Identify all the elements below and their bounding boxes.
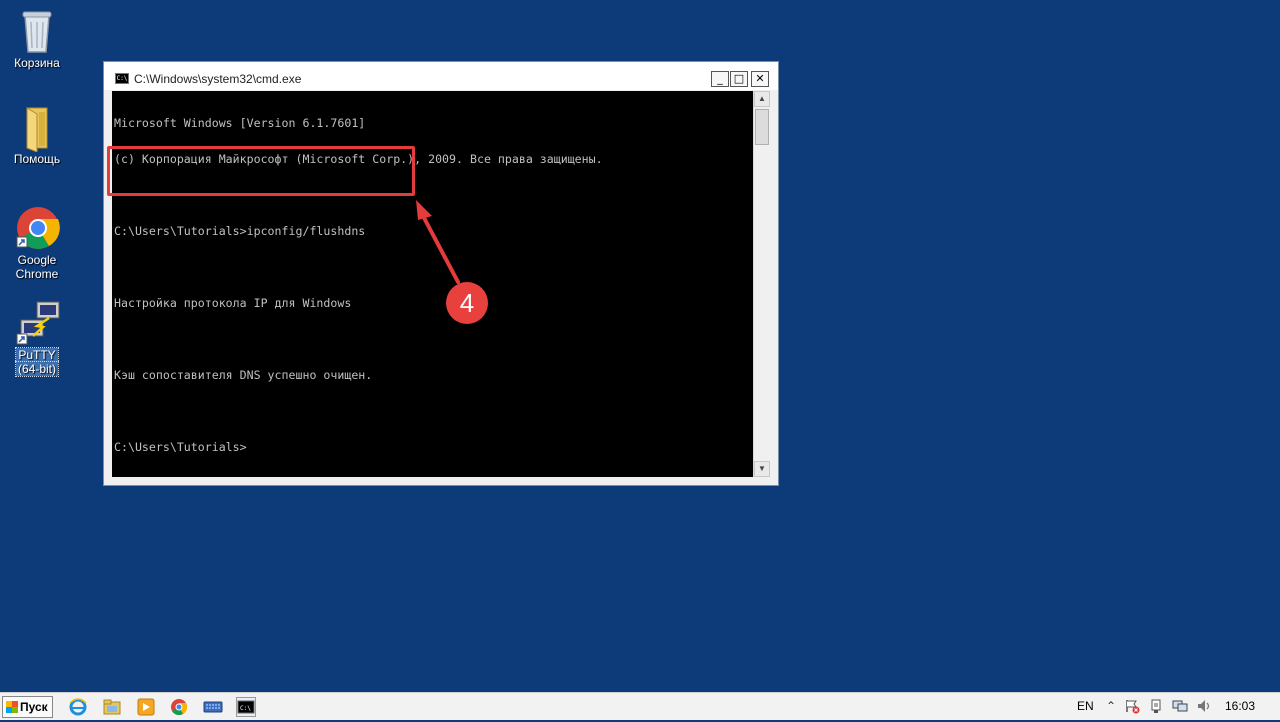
chrome-icon bbox=[15, 205, 60, 249]
putty-label-line2: (64-bit) bbox=[14, 361, 60, 377]
console-prompt: C:\Users\Tutorials> bbox=[114, 440, 247, 454]
windows-logo-icon bbox=[6, 701, 18, 713]
chrome-taskbar-icon[interactable] bbox=[169, 697, 189, 717]
language-indicator[interactable]: EN bbox=[1077, 699, 1094, 713]
window-title: C:\Windows\system32\cmd.exe bbox=[134, 72, 302, 86]
scroll-down-icon[interactable]: ▼ bbox=[754, 461, 770, 477]
start-label: Пуск bbox=[20, 700, 48, 714]
media-player-icon[interactable] bbox=[136, 697, 156, 717]
network-icon[interactable] bbox=[1172, 698, 1188, 714]
desktop-icon-putty[interactable]: PuTTY (64-bit) bbox=[5, 300, 69, 377]
annotation-arrow-icon bbox=[416, 200, 460, 284]
svg-text:C:\: C:\ bbox=[240, 705, 251, 712]
putty-label-line1: PuTTY bbox=[15, 347, 59, 363]
console-line: Кэш сопоставителя DNS успешно очищен. bbox=[114, 368, 373, 382]
action-center-flag-icon[interactable] bbox=[1124, 698, 1140, 714]
vertical-scrollbar[interactable]: ▲ ▼ bbox=[753, 91, 770, 477]
taskbar: Пуск C:\ EN ⌃ 16:03 bbox=[0, 692, 1280, 720]
clock[interactable]: 16:03 bbox=[1225, 699, 1255, 713]
step-number-badge: 4 bbox=[446, 282, 488, 324]
console-line: Microsoft Windows [Version 6.1.7601] bbox=[114, 116, 366, 130]
close-button[interactable]: ✕ bbox=[751, 71, 769, 87]
cmd-icon: C:\ bbox=[115, 73, 129, 84]
recycle-bin-label: Корзина bbox=[14, 56, 60, 70]
desktop-icon-help-folder[interactable]: Помощь bbox=[5, 104, 69, 166]
usb-device-icon[interactable] bbox=[1148, 698, 1164, 714]
highlight-box bbox=[107, 146, 415, 196]
file-explorer-icon[interactable] bbox=[102, 697, 122, 717]
desktop-icon-recycle-bin[interactable]: Корзина bbox=[5, 8, 69, 70]
keyboard-icon[interactable] bbox=[203, 697, 223, 717]
chrome-label-line2: Chrome bbox=[15, 267, 59, 281]
show-hidden-icons-icon[interactable]: ⌃ bbox=[1103, 698, 1119, 714]
volume-icon[interactable] bbox=[1196, 698, 1212, 714]
console-line: Настройка протокола IP для Windows bbox=[114, 296, 352, 310]
minimize-button[interactable]: _ bbox=[711, 71, 729, 87]
help-folder-label: Помощь bbox=[13, 152, 61, 166]
scroll-thumb[interactable] bbox=[755, 109, 769, 145]
window-titlebar[interactable]: C:\ C:\Windows\system32\cmd.exe _ □ ✕ bbox=[104, 62, 778, 90]
internet-explorer-icon[interactable] bbox=[68, 697, 88, 717]
scroll-up-icon[interactable]: ▲ bbox=[754, 91, 770, 107]
start-button[interactable]: Пуск bbox=[2, 696, 53, 718]
maximize-button[interactable]: □ bbox=[730, 71, 748, 87]
recycle-bin-icon bbox=[15, 8, 59, 53]
folder-icon bbox=[15, 104, 59, 153]
desktop-icon-google-chrome[interactable]: Google Chrome bbox=[5, 205, 69, 281]
chrome-label-line1: Google bbox=[17, 253, 57, 267]
cmd-taskbar-icon[interactable]: C:\ bbox=[236, 697, 256, 717]
putty-icon bbox=[15, 300, 60, 345]
